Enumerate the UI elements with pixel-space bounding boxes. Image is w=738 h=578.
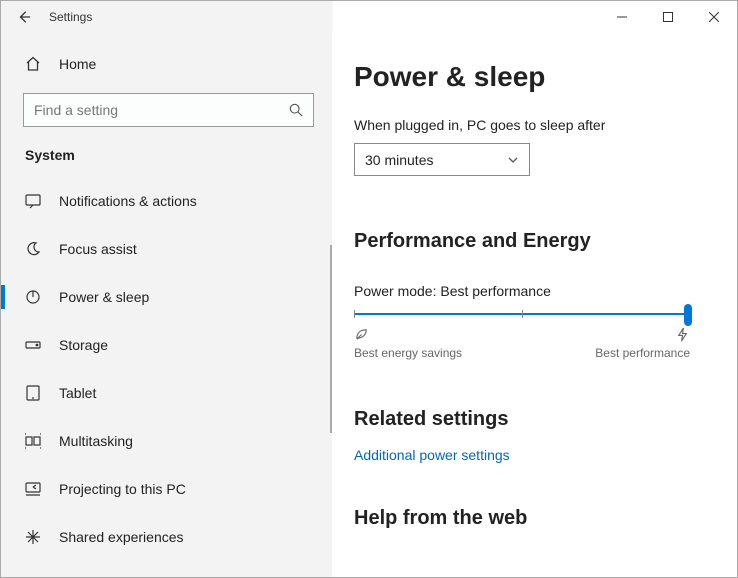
moon-icon — [25, 241, 41, 257]
additional-power-settings-link[interactable]: Additional power settings — [354, 447, 510, 463]
sidebar-item-storage[interactable]: Storage — [1, 321, 332, 369]
slider-labels: Best energy savings Best performance — [354, 327, 690, 360]
back-button[interactable] — [1, 1, 47, 33]
slider-label-right: Best performance — [595, 327, 690, 360]
multitasking-icon — [25, 433, 41, 449]
shared-icon — [25, 529, 41, 545]
sleep-label: When plugged in, PC goes to sleep after — [354, 117, 705, 133]
slider-label-left: Best energy savings — [354, 327, 462, 360]
sidebar-item-label: Storage — [59, 337, 108, 353]
slider-track — [354, 313, 690, 315]
leaf-icon — [354, 327, 369, 342]
maximize-button[interactable] — [645, 1, 691, 33]
minimize-button[interactable] — [599, 1, 645, 33]
sidebar-item-label: Projecting to this PC — [59, 481, 186, 497]
power-mode-slider[interactable] — [354, 313, 690, 315]
close-button[interactable] — [691, 1, 737, 33]
window-title: Settings — [49, 10, 92, 24]
nav-list: Notifications & actions Focus assist Pow… — [1, 177, 332, 561]
sidebar-item-label: Shared experiences — [59, 529, 184, 545]
sidebar-item-tablet[interactable]: Tablet — [1, 369, 332, 417]
sidebar: Home System Notifications & actions Focu… — [1, 33, 332, 577]
sidebar-item-label: Tablet — [59, 385, 96, 401]
slider-tick — [522, 310, 523, 318]
home-link[interactable]: Home — [1, 45, 332, 83]
section-label: System — [25, 147, 332, 163]
projecting-icon — [25, 481, 41, 497]
slider-thumb[interactable] — [684, 304, 692, 326]
performance-heading: Performance and Energy — [354, 230, 705, 253]
dropdown-value: 30 minutes — [365, 152, 433, 168]
slider-tick — [354, 310, 355, 318]
sidebar-item-label: Notifications & actions — [59, 193, 197, 209]
home-label: Home — [59, 56, 96, 72]
page-title: Power & sleep — [354, 61, 705, 93]
sidebar-item-label: Focus assist — [59, 241, 137, 257]
content-area: Home System Notifications & actions Focu… — [1, 33, 737, 577]
sidebar-item-label: Power & sleep — [59, 289, 149, 305]
notifications-icon — [25, 193, 41, 209]
storage-icon — [25, 337, 41, 353]
sidebar-item-notifications[interactable]: Notifications & actions — [1, 177, 332, 225]
sidebar-item-projecting[interactable]: Projecting to this PC — [1, 465, 332, 513]
search-box[interactable] — [23, 93, 314, 127]
sidebar-item-label: Multitasking — [59, 433, 133, 449]
lightning-icon — [675, 327, 690, 342]
sidebar-item-shared-experiences[interactable]: Shared experiences — [1, 513, 332, 561]
search-icon — [279, 103, 313, 117]
window-controls — [599, 1, 737, 33]
home-icon — [25, 56, 41, 72]
related-heading: Related settings — [354, 408, 705, 431]
titlebar: Settings — [1, 1, 737, 33]
chevron-down-icon — [507, 154, 519, 166]
help-heading: Help from the web — [354, 507, 705, 530]
main-panel: Power & sleep When plugged in, PC goes t… — [332, 33, 737, 577]
sleep-dropdown[interactable]: 30 minutes — [354, 143, 530, 176]
tablet-icon — [25, 385, 41, 401]
sidebar-item-focus-assist[interactable]: Focus assist — [1, 225, 332, 273]
sidebar-item-multitasking[interactable]: Multitasking — [1, 417, 332, 465]
power-mode-label: Power mode: Best performance — [354, 283, 705, 299]
power-icon — [25, 289, 41, 305]
sidebar-item-power-sleep[interactable]: Power & sleep — [1, 273, 332, 321]
search-input[interactable] — [24, 102, 279, 118]
